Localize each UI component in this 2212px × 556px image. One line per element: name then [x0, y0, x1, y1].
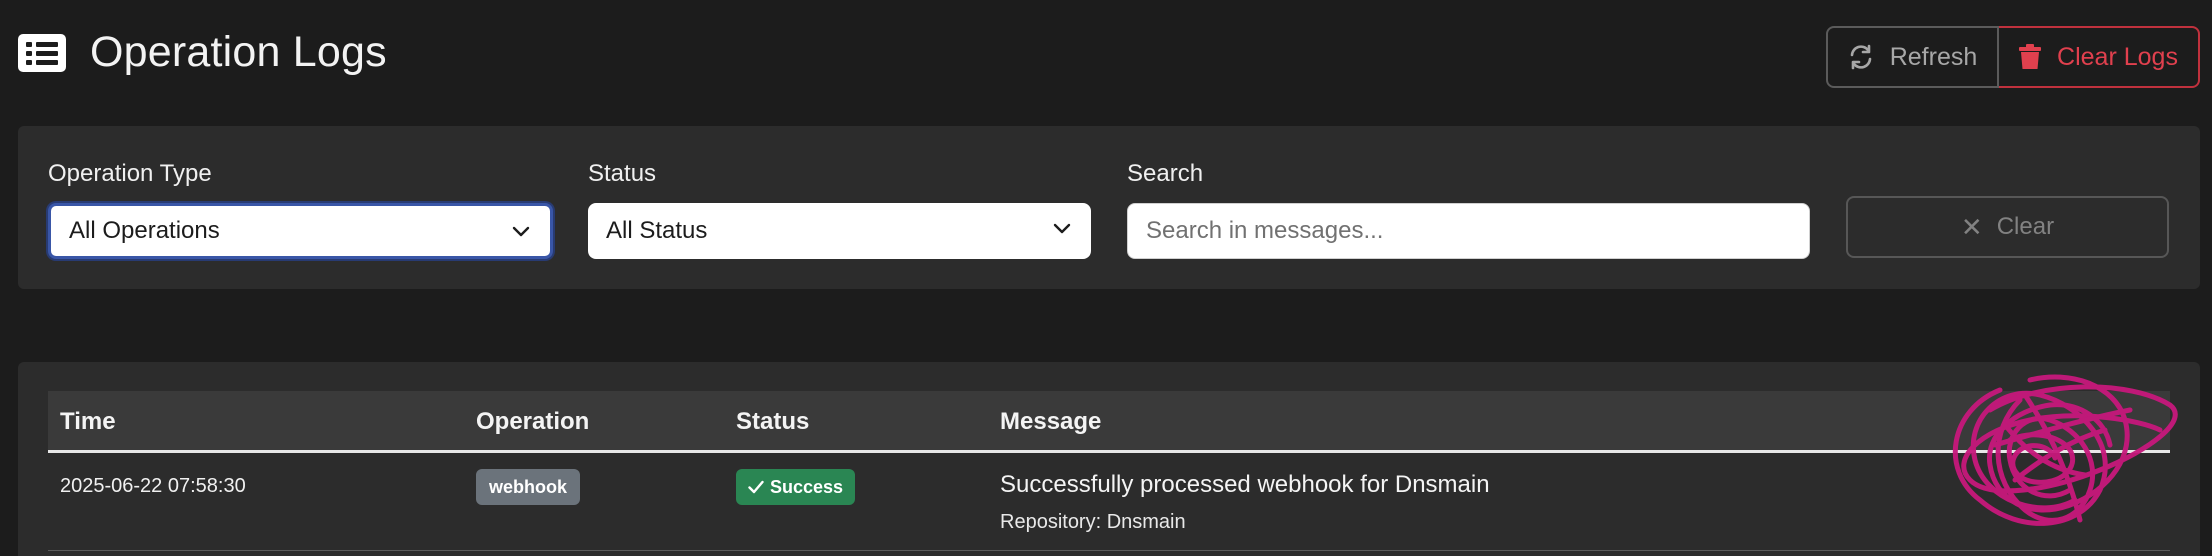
status-value: All Status [606, 217, 708, 244]
column-header-message: Message [1000, 408, 1102, 435]
page-header: Operation Logs Refresh Clear Logs [18, 24, 2200, 90]
logs-panel: Time Operation Status Message 2025-06-22… [18, 362, 2200, 556]
search-label: Search [1127, 160, 1204, 187]
refresh-label: Refresh [1889, 42, 1978, 71]
clear-logs-button[interactable]: Clear Logs [1999, 26, 2200, 88]
column-header-operation: Operation [476, 408, 590, 435]
column-header-status: Status [736, 408, 810, 435]
status-label: Status [588, 160, 657, 187]
log-time: 2025-06-22 07:58:30 [60, 475, 246, 497]
clear-logs-label: Clear Logs [2057, 42, 2178, 71]
table-header: Time Operation Status Message [48, 391, 2170, 453]
column-header-time: Time [60, 408, 116, 435]
operation-type-select[interactable]: All Operations [48, 203, 553, 259]
operation-badge: webhook [476, 469, 581, 505]
close-icon: ✕ [1960, 211, 1983, 242]
clear-filters-label: Clear [1996, 213, 2055, 240]
operation-type-label: Operation Type [48, 160, 212, 187]
clear-filters-button[interactable]: ✕ Clear [1846, 196, 2169, 258]
search-placeholder: Search in messages... [1146, 217, 1384, 244]
operation-type-value: All Operations [69, 217, 220, 244]
header-actions: Refresh Clear Logs [1826, 26, 2200, 88]
status-select[interactable]: All Status [588, 203, 1091, 259]
sync-icon [1850, 44, 1872, 70]
page-title: Operation Logs [90, 28, 387, 76]
chevron-down-icon [512, 226, 530, 237]
log-message: Successfully processed webhook for Dnsma… [1000, 471, 1490, 498]
check-icon [748, 480, 764, 494]
table-row[interactable]: 2025-06-22 07:58:30 webhook Success Succ… [48, 453, 2170, 551]
logs-table: Time Operation Status Message 2025-06-22… [48, 391, 2170, 551]
filter-panel: Operation Type All Operations Status All… [18, 126, 2200, 289]
list-icon [18, 33, 66, 72]
page-title-group: Operation Logs [18, 28, 387, 77]
chevron-down-icon [1053, 223, 1071, 234]
refresh-button[interactable]: Refresh [1826, 26, 1999, 88]
trash-icon [2019, 44, 2042, 69]
status-badge: Success [736, 469, 856, 505]
log-message-detail: Repository: Dnsmain [1000, 511, 1186, 533]
search-input[interactable]: Search in messages... [1127, 203, 1810, 259]
status-badge-label: Success [770, 476, 844, 497]
